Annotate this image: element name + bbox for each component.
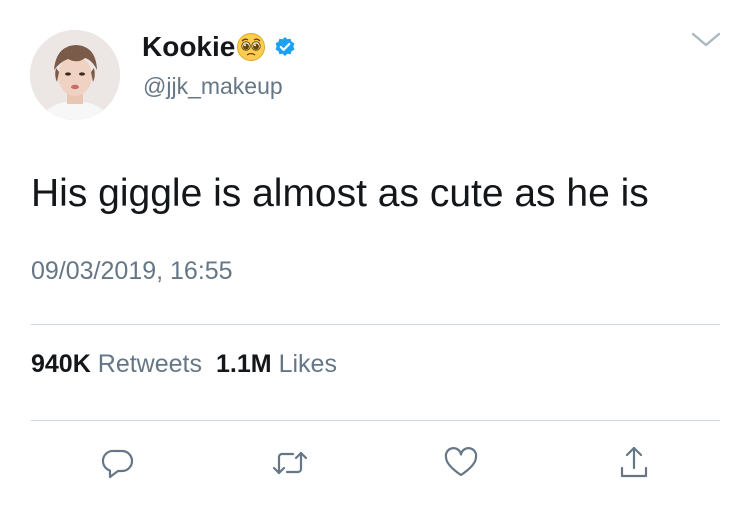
verified-badge-icon	[274, 36, 296, 58]
tweet-actions	[0, 440, 750, 490]
reply-icon	[101, 446, 135, 485]
chevron-down-icon[interactable]	[690, 30, 722, 50]
like-button[interactable]	[436, 440, 486, 490]
avatar[interactable]	[30, 30, 120, 120]
share-button[interactable]	[609, 440, 659, 490]
heart-icon	[443, 446, 479, 485]
retweet-button[interactable]	[265, 440, 315, 490]
divider	[31, 324, 720, 325]
retweet-icon	[270, 446, 310, 485]
display-name[interactable]: Kookie	[142, 30, 235, 64]
author-handle[interactable]: @jjk_makeup	[143, 72, 283, 100]
likes-label: Likes	[278, 350, 337, 378]
retweets-label: Retweets	[97, 350, 202, 378]
tweet-card: Kookie @jjk_makeup His giggle is almost …	[0, 0, 750, 511]
divider	[31, 420, 720, 421]
share-icon	[617, 444, 651, 487]
likes-count: 1.1M	[215, 350, 272, 378]
author-name-row[interactable]: Kookie	[142, 30, 296, 64]
likes-stat[interactable]: 1.1M Likes	[216, 348, 337, 380]
tweet-stats: 940K Retweets 1.1M Likes	[31, 348, 337, 380]
retweets-count: 940K	[31, 350, 91, 378]
retweets-stat[interactable]: 940K Retweets	[31, 348, 202, 380]
pleading-face-emoji-icon	[236, 32, 266, 62]
tweet-timestamp[interactable]: 09/03/2019, 16:55	[31, 255, 233, 287]
reply-button[interactable]	[93, 440, 143, 490]
tweet-text: His giggle is almost as cute as he is	[31, 172, 649, 215]
